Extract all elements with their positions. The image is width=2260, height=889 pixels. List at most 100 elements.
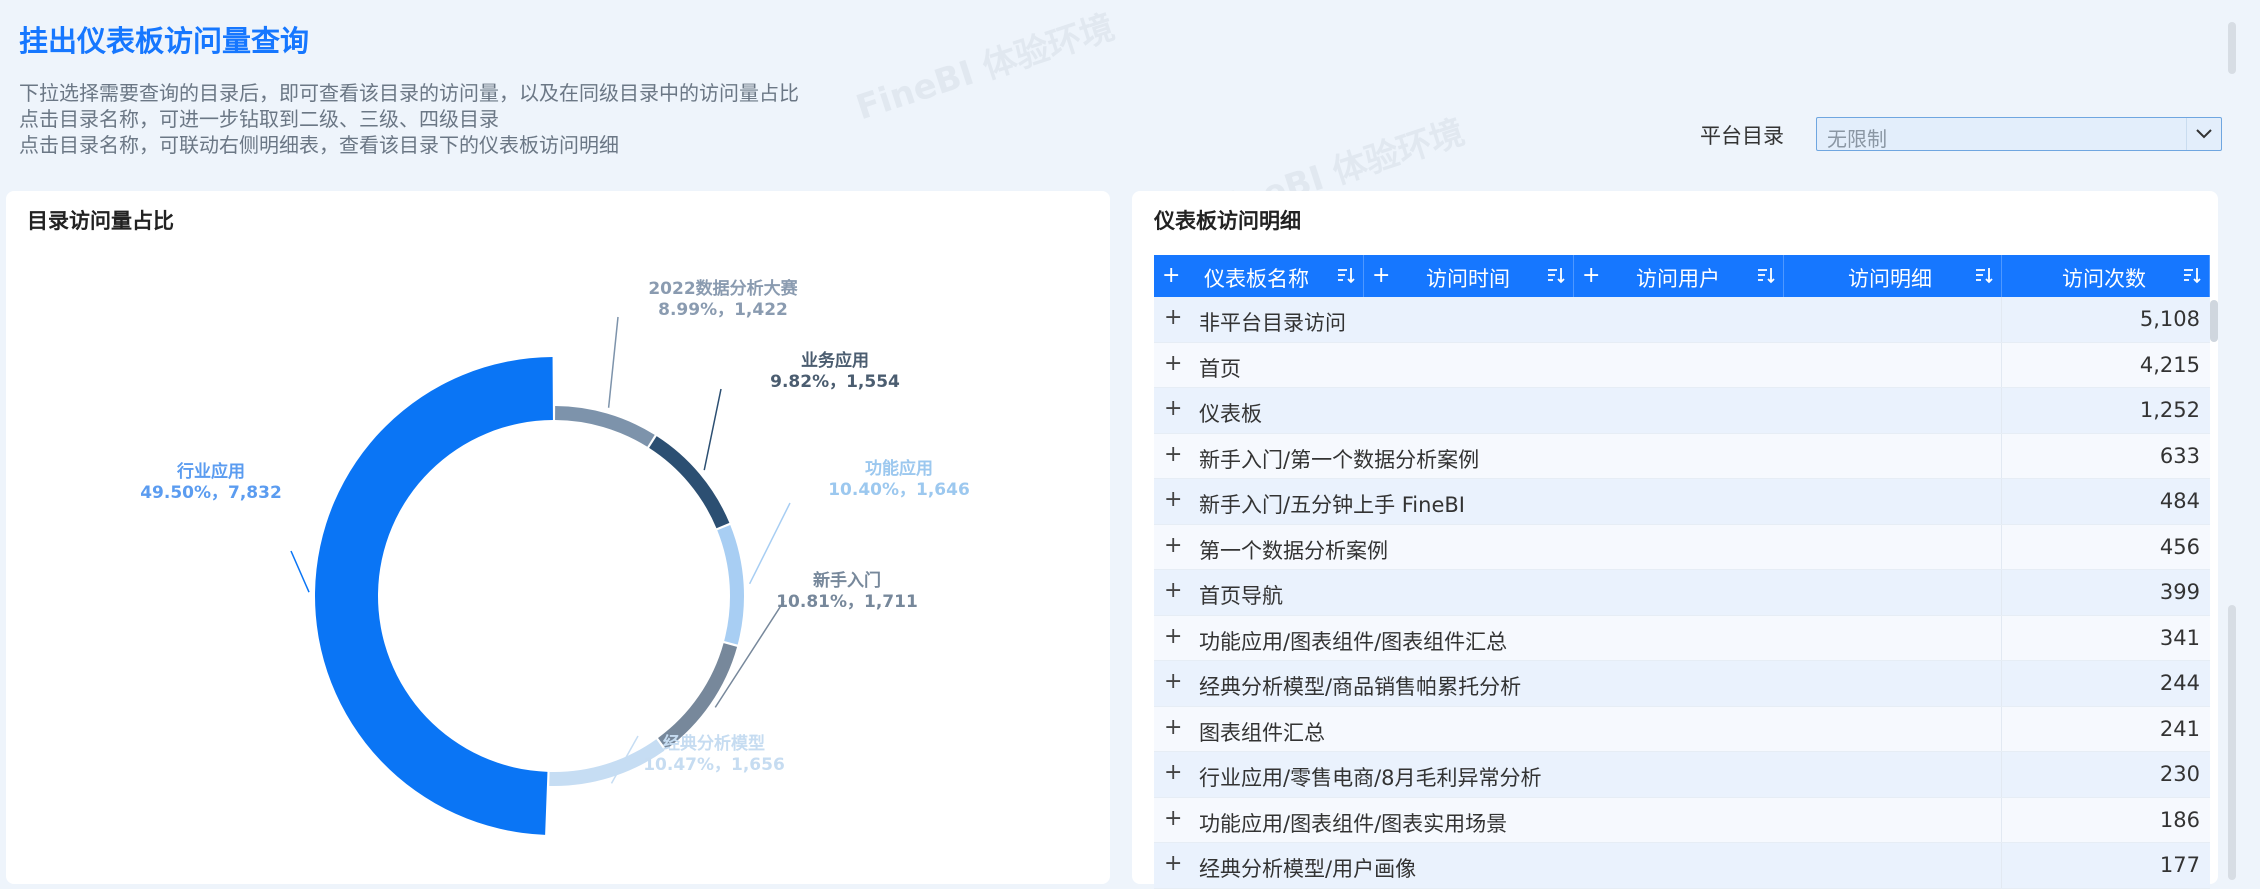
expand-plus-icon[interactable]: + bbox=[1164, 806, 1182, 831]
dashboard-name-cell[interactable]: + 行业应用/零售电商/8月毛利异常分析 bbox=[1154, 752, 2002, 797]
slice-leader-line bbox=[607, 316, 619, 408]
dashboard-name-cell[interactable]: + 非平台目录访问 bbox=[1154, 297, 2002, 342]
slice-value-label: 10.40%，1,646 bbox=[828, 480, 970, 500]
page-title: 挂出仪表板访问量查询 bbox=[19, 24, 310, 58]
dashboard-name-cell[interactable]: + 第一个数据分析案例 bbox=[1154, 524, 2002, 569]
table-row[interactable]: + 新手入门/五分钟上手 FineBI 484 bbox=[1154, 479, 2210, 525]
slice-leader-line bbox=[748, 502, 791, 585]
donut-slice[interactable] bbox=[717, 525, 745, 645]
page-description: 下拉选择需要查询的目录后，即可查看该目录的访问量，以及在同级目录中的访问量占比 … bbox=[19, 80, 799, 158]
dashboard-name[interactable]: 功能应用/图表组件/图表实用场景 bbox=[1199, 808, 1507, 838]
dashboard-name-cell[interactable]: + 首页 bbox=[1154, 342, 2002, 387]
description-line: 点击目录名称，可联动右侧明细表，查看该目录下的仪表板访问明细 bbox=[19, 133, 619, 157]
dashboard-name-cell[interactable]: + 仪表板 bbox=[1154, 388, 2002, 433]
dashboard-name-cell[interactable]: + 新手入门/五分钟上手 FineBI bbox=[1154, 479, 2002, 524]
expand-plus-icon[interactable]: + bbox=[1164, 851, 1182, 876]
column-header[interactable]: + 访问用户 bbox=[1574, 255, 1784, 297]
dashboard-name-cell[interactable]: + 新手入门/第一个数据分析案例 bbox=[1154, 433, 2002, 478]
page-scrollbar-thumb[interactable] bbox=[2228, 22, 2236, 74]
sort-icon[interactable] bbox=[1547, 265, 1565, 289]
column-header-label: 访问用户 bbox=[1636, 267, 1720, 291]
expand-plus-icon[interactable]: + bbox=[1164, 305, 1182, 330]
dashboard-name[interactable]: 图表组件汇总 bbox=[1199, 717, 1325, 747]
column-header-label: 访问次数 bbox=[2062, 267, 2146, 291]
dashboard-name[interactable]: 经典分析模型/商品销售帕累托分析 bbox=[1199, 671, 1521, 701]
chevron-down-icon[interactable] bbox=[2186, 118, 2221, 150]
dashboard-name-cell[interactable]: + 首页导航 bbox=[1154, 570, 2002, 615]
expand-plus-icon[interactable]: + bbox=[1372, 263, 1390, 288]
slice-name-label: 经典分析模型 bbox=[663, 733, 765, 754]
column-header[interactable]: 访问次数 bbox=[2002, 255, 2210, 297]
table-row[interactable]: + 首页导航 399 bbox=[1154, 570, 2210, 616]
dashboard-name[interactable]: 首页 bbox=[1199, 353, 1241, 383]
visit-count: 633 bbox=[2159, 443, 2200, 468]
table-row[interactable]: + 首页 4,215 bbox=[1154, 342, 2210, 388]
expand-plus-icon[interactable]: + bbox=[1164, 396, 1182, 421]
table-row[interactable]: + 行业应用/零售电商/8月毛利异常分析 230 bbox=[1154, 752, 2210, 798]
visit-count: 241 bbox=[2159, 716, 2200, 741]
table-row[interactable]: + 非平台目录访问 5,108 bbox=[1154, 297, 2210, 343]
dashboard-name-cell[interactable]: + 功能应用/图表组件/图表实用场景 bbox=[1154, 797, 2002, 842]
expand-plus-icon[interactable]: + bbox=[1164, 760, 1182, 785]
sort-icon[interactable] bbox=[1975, 265, 1993, 289]
visit-count: 5,108 bbox=[2139, 307, 2200, 331]
expand-plus-icon[interactable]: + bbox=[1164, 669, 1182, 694]
expand-plus-icon[interactable]: + bbox=[1162, 263, 1180, 288]
donut-slice[interactable] bbox=[315, 357, 553, 835]
column-header[interactable]: 访问明细 bbox=[1784, 255, 2002, 297]
visit-detail-table: + 仪表板名称 + 访问时间 + 访问用户 访问明细 访问次数 + 非平台目录访问 5,108 + 首… bbox=[1154, 255, 2210, 889]
dashboard-name-cell[interactable]: + 经典分析模型/商品销售帕累托分析 bbox=[1154, 661, 2002, 706]
dashboard-name-cell[interactable]: + 功能应用/图表组件/图表组件汇总 bbox=[1154, 615, 2002, 660]
column-header[interactable]: + 仪表板名称 bbox=[1154, 255, 1364, 297]
donut-slice[interactable] bbox=[649, 436, 730, 529]
table-row[interactable]: + 经典分析模型/用户画像 177 bbox=[1154, 843, 2210, 889]
table-row[interactable]: + 功能应用/图表组件/图表实用场景 186 bbox=[1154, 797, 2210, 843]
select-value: 无限制 bbox=[1827, 127, 1887, 151]
dashboard-name[interactable]: 仪表板 bbox=[1199, 398, 1262, 428]
dashboard-name-cell[interactable]: + 经典分析模型/用户画像 bbox=[1154, 843, 2002, 888]
donut-chart: 2022数据分析大赛8.99%，1,422 业务应用9.82%，1,554 功能应用… bbox=[140, 278, 970, 835]
visit-count-cell: 1,252 bbox=[2002, 388, 2210, 433]
expand-plus-icon[interactable]: + bbox=[1164, 487, 1182, 512]
expand-plus-icon[interactable]: + bbox=[1164, 351, 1182, 376]
table-row[interactable]: + 第一个数据分析案例 456 bbox=[1154, 524, 2210, 570]
page-scrollbar-track[interactable] bbox=[2228, 605, 2236, 880]
expand-plus-icon[interactable]: + bbox=[1164, 624, 1182, 649]
expand-plus-icon[interactable]: + bbox=[1164, 442, 1182, 467]
directory-share-card: 目录访问量占比 2022数据分析大赛 8.99%，1,422 业务应用 9.82%，1… bbox=[6, 191, 1110, 884]
visit-count: 341 bbox=[2159, 625, 2200, 650]
table-row[interactable]: + 经典分析模型/商品销售帕累托分析 244 bbox=[1154, 661, 2210, 707]
dashboard-name[interactable]: 第一个数据分析案例 bbox=[1199, 535, 1388, 565]
table-header: + 仪表板名称 + 访问时间 + 访问用户 访问明细 访问次数 bbox=[1154, 255, 2210, 297]
dashboard-visit-detail-card: 仪表板访问明细 + 仪表板名称 + 访问时间 + 访问用户 访问明细 访问次数 + 非平台目录访… bbox=[1132, 191, 2218, 889]
dashboard-name[interactable]: 新手入门/五分钟上手 FineBI bbox=[1199, 489, 1465, 519]
column-header-label: 访问时间 bbox=[1426, 267, 1510, 291]
sort-icon[interactable] bbox=[1757, 265, 1775, 289]
dashboard-name[interactable]: 首页导航 bbox=[1199, 580, 1283, 610]
column-header[interactable]: + 访问时间 bbox=[1364, 255, 1574, 297]
dashboard-name[interactable]: 功能应用/图表组件/图表组件汇总 bbox=[1199, 626, 1507, 656]
dashboard-name[interactable]: 非平台目录访问 bbox=[1199, 307, 1346, 337]
table-row[interactable]: + 图表组件汇总 241 bbox=[1154, 706, 2210, 752]
platform-directory-label: 平台目录 bbox=[1700, 124, 1784, 148]
platform-directory-select[interactable]: 无限制 bbox=[1816, 117, 2222, 151]
sort-icon[interactable] bbox=[2183, 265, 2201, 289]
table-row[interactable]: + 功能应用/图表组件/图表组件汇总 341 bbox=[1154, 615, 2210, 661]
visit-count-cell: 244 bbox=[2002, 661, 2210, 706]
expand-plus-icon[interactable]: + bbox=[1582, 263, 1600, 288]
table-scrollbar-thumb[interactable] bbox=[2210, 300, 2218, 342]
table-row[interactable]: + 新手入门/第一个数据分析案例 633 bbox=[1154, 433, 2210, 479]
expand-plus-icon[interactable]: + bbox=[1164, 533, 1182, 558]
expand-plus-icon[interactable]: + bbox=[1164, 578, 1182, 603]
visit-count-cell: 633 bbox=[2002, 434, 2210, 479]
slice-leader-line bbox=[703, 388, 722, 471]
donut-slice[interactable] bbox=[555, 406, 655, 447]
expand-plus-icon[interactable]: + bbox=[1164, 715, 1182, 740]
table-row[interactable]: + 仪表板 1,252 bbox=[1154, 388, 2210, 434]
slice-name-label: 业务应用 bbox=[801, 350, 869, 371]
sort-icon[interactable] bbox=[1337, 265, 1355, 289]
dashboard-name[interactable]: 经典分析模型/用户画像 bbox=[1199, 853, 1416, 883]
dashboard-name[interactable]: 新手入门/第一个数据分析案例 bbox=[1199, 444, 1479, 474]
dashboard-name-cell[interactable]: + 图表组件汇总 bbox=[1154, 706, 2002, 751]
dashboard-name[interactable]: 行业应用/零售电商/8月毛利异常分析 bbox=[1199, 762, 1542, 792]
